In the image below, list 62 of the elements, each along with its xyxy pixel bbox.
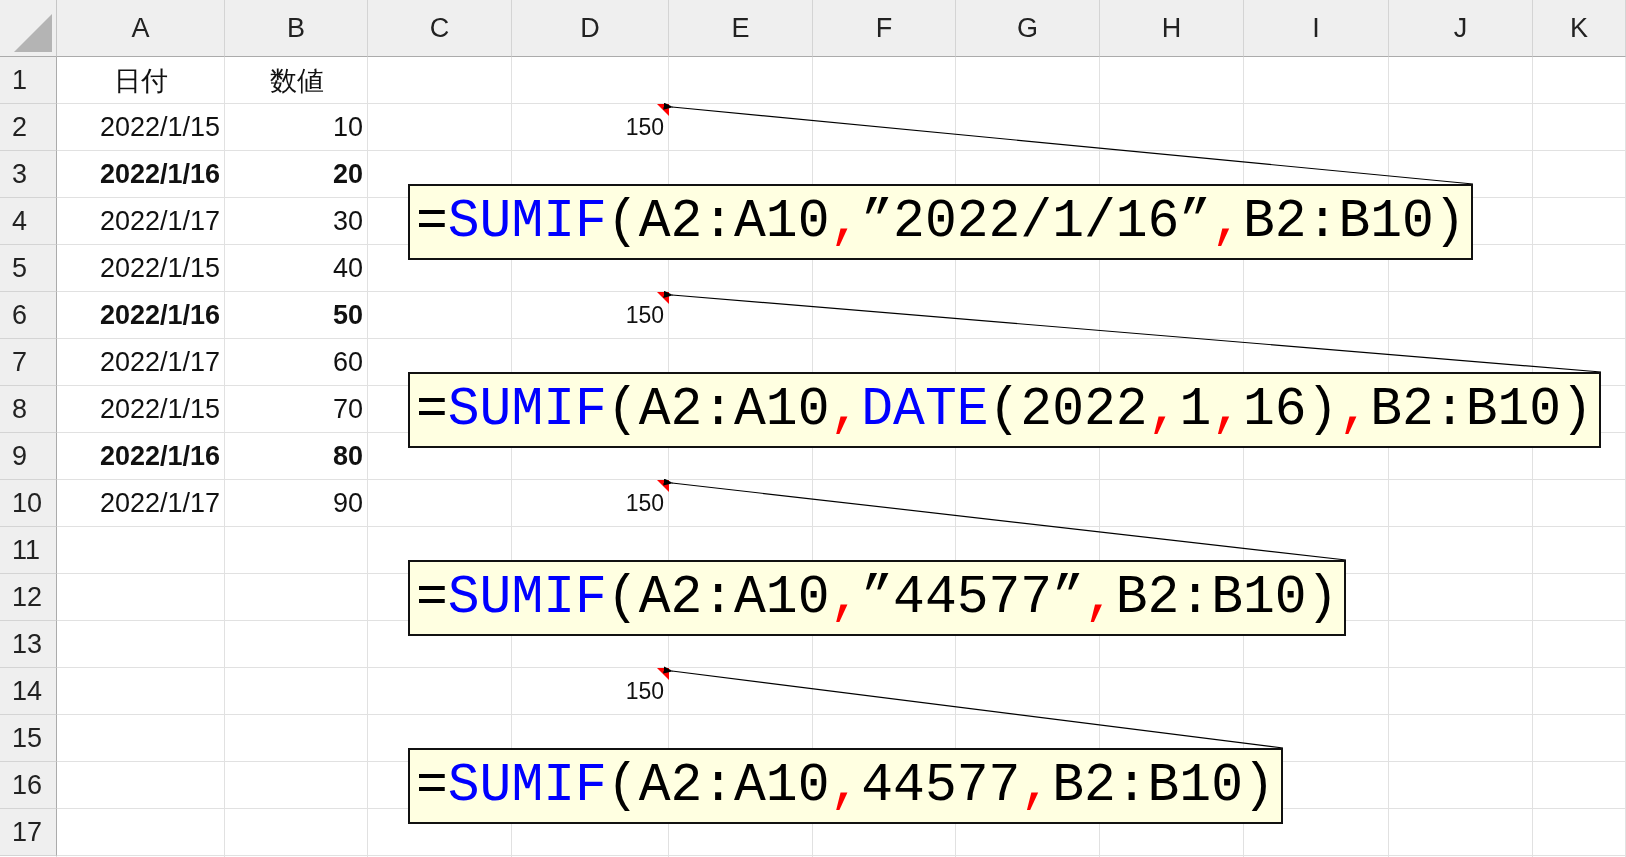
formula-text: =SUMIF(A2:A10,DATE(2022,1,16),B2:B10) (416, 380, 1593, 440)
formula-text: =SUMIF(A2:A10,”2022/1/16”,B2:B10) (416, 192, 1466, 252)
table-cell[interactable]: 150 (512, 668, 669, 715)
column-header[interactable]: E (669, 0, 813, 57)
table-cell[interactable]: 2022/1/15 (57, 104, 225, 151)
corner-triangle-icon (14, 14, 52, 52)
row-header[interactable]: 1 (0, 57, 57, 104)
row-header[interactable]: 3 (0, 151, 57, 198)
row-header[interactable]: 9 (0, 433, 57, 480)
table-cell[interactable]: 150 (512, 292, 669, 339)
table-cell[interactable]: 30 (225, 198, 368, 245)
table-cell[interactable]: 10 (225, 104, 368, 151)
table-cell[interactable]: 2022/1/17 (57, 480, 225, 527)
select-all-button[interactable] (0, 0, 57, 57)
table-cell[interactable]: 2022/1/15 (57, 245, 225, 292)
row-header[interactable]: 2 (0, 104, 57, 151)
row-header[interactable]: 13 (0, 621, 57, 668)
row-header[interactable]: 7 (0, 339, 57, 386)
table-cell[interactable]: 60 (225, 339, 368, 386)
row-header[interactable]: 17 (0, 809, 57, 856)
table-cell[interactable]: 80 (225, 433, 368, 480)
table-cell[interactable]: 数値 (225, 57, 368, 104)
column-header[interactable]: B (225, 0, 368, 57)
row-header[interactable]: 5 (0, 245, 57, 292)
table-cell[interactable]: 2022/1/16 (57, 433, 225, 480)
row-header[interactable]: 16 (0, 762, 57, 809)
column-header[interactable]: H (1100, 0, 1244, 57)
formula-text: =SUMIF(A2:A10,44577,B2:B10) (416, 756, 1275, 816)
comment-indicator-icon (657, 292, 669, 304)
column-header[interactable]: F (813, 0, 956, 57)
column-header[interactable]: J (1389, 0, 1533, 57)
table-cell[interactable]: 2022/1/17 (57, 198, 225, 245)
table-cell[interactable]: 2022/1/16 (57, 292, 225, 339)
table-cell[interactable]: 2022/1/17 (57, 339, 225, 386)
comment-indicator-icon (657, 104, 669, 116)
row-header[interactable]: 10 (0, 480, 57, 527)
column-header[interactable]: K (1533, 0, 1626, 57)
table-cell[interactable]: 2022/1/15 (57, 386, 225, 433)
column-header[interactable]: G (956, 0, 1100, 57)
row-header[interactable]: 15 (0, 715, 57, 762)
table-cell[interactable]: 2022/1/16 (57, 151, 225, 198)
row-header[interactable]: 4 (0, 198, 57, 245)
table-cell[interactable]: 20 (225, 151, 368, 198)
column-header[interactable]: I (1244, 0, 1389, 57)
table-cell[interactable]: 70 (225, 386, 368, 433)
comment-indicator-icon (657, 480, 669, 492)
column-header[interactable]: A (57, 0, 225, 57)
column-header[interactable]: D (512, 0, 669, 57)
table-cell[interactable]: 40 (225, 245, 368, 292)
row-header[interactable]: 14 (0, 668, 57, 715)
formula-text: =SUMIF(A2:A10,”44577”,B2:B10) (416, 568, 1339, 628)
table-cell[interactable]: 90 (225, 480, 368, 527)
row-header[interactable]: 12 (0, 574, 57, 621)
table-cell[interactable]: 150 (512, 480, 669, 527)
table-cell[interactable]: 50 (225, 292, 368, 339)
row-header[interactable]: 11 (0, 527, 57, 574)
row-header[interactable]: 6 (0, 292, 57, 339)
table-cell[interactable]: 150 (512, 104, 669, 151)
comment-indicator-icon (657, 668, 669, 680)
row-header[interactable]: 8 (0, 386, 57, 433)
table-cell[interactable]: 日付 (57, 57, 225, 104)
column-header[interactable]: C (368, 0, 512, 57)
